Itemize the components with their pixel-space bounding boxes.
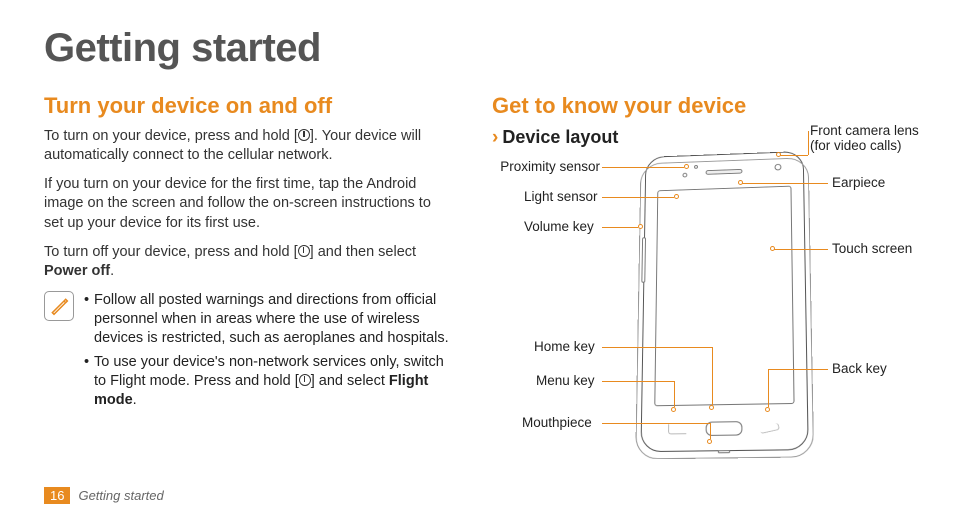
label-camera: Front camera lens (for video calls) <box>810 123 919 153</box>
para-turn-off: To turn off your device, press and hold … <box>44 243 454 281</box>
page-title: Getting started <box>44 26 914 71</box>
label-home: Home key <box>534 339 595 354</box>
power-icon <box>298 245 310 257</box>
label-menu: Menu key <box>536 373 595 388</box>
text: . <box>110 263 114 279</box>
phone-mouthpiece <box>718 450 730 453</box>
phone-earpiece <box>706 169 743 175</box>
left-column: Turn your device on and off To turn on y… <box>44 93 454 483</box>
text: ] and select <box>311 373 389 389</box>
page-number: 16 <box>44 487 70 504</box>
para-turn-on: To turn on your device, press and hold [… <box>44 127 454 165</box>
label-touchscreen: Touch screen <box>832 241 912 256</box>
note-item: To use your device's non-network service… <box>84 353 454 410</box>
label-mouthpiece: Mouthpiece <box>522 415 592 430</box>
label-volume: Volume key <box>524 219 594 234</box>
phone-proximity-sensor <box>694 165 698 169</box>
text: . <box>133 392 137 408</box>
phone-light-sensor <box>682 173 687 178</box>
label-light: Light sensor <box>524 189 598 204</box>
phone-menu-key <box>668 424 686 434</box>
text: To turn off your device, press and hold … <box>44 244 298 260</box>
power-icon <box>298 129 310 141</box>
para-first-time: If you turn on your device for the first… <box>44 175 454 232</box>
phone-screen <box>654 186 794 407</box>
phone-back-key <box>760 425 781 434</box>
text: (for video calls) <box>810 138 902 153</box>
note-box: Follow all posted warnings and direction… <box>44 291 454 416</box>
note-icon <box>44 291 74 321</box>
heading-turn-on-off: Turn your device on and off <box>44 93 454 119</box>
note-item: Follow all posted warnings and direction… <box>84 291 454 348</box>
text: ] and then select <box>310 244 416 260</box>
note-list: Follow all posted warnings and direction… <box>84 291 454 416</box>
footer-section: Getting started <box>78 488 163 503</box>
power-icon <box>299 374 311 386</box>
label-proximity: Proximity sensor <box>496 159 600 174</box>
text: To turn on your device, press and hold [ <box>44 128 298 144</box>
page-footer: 16 Getting started <box>44 487 164 504</box>
heading-know-device: Get to know your device <box>492 93 914 119</box>
label-power-off: Power off <box>44 263 110 279</box>
right-column: Get to know your device ›Device layout P… <box>492 93 914 483</box>
label-back: Back key <box>832 361 887 376</box>
phone-camera <box>775 164 782 171</box>
phone-volume-key <box>641 237 646 283</box>
label-earpiece: Earpiece <box>832 175 885 190</box>
device-diagram: Proximity sensor Light sensor Volume key… <box>492 123 912 483</box>
text: Front camera lens <box>810 123 919 138</box>
